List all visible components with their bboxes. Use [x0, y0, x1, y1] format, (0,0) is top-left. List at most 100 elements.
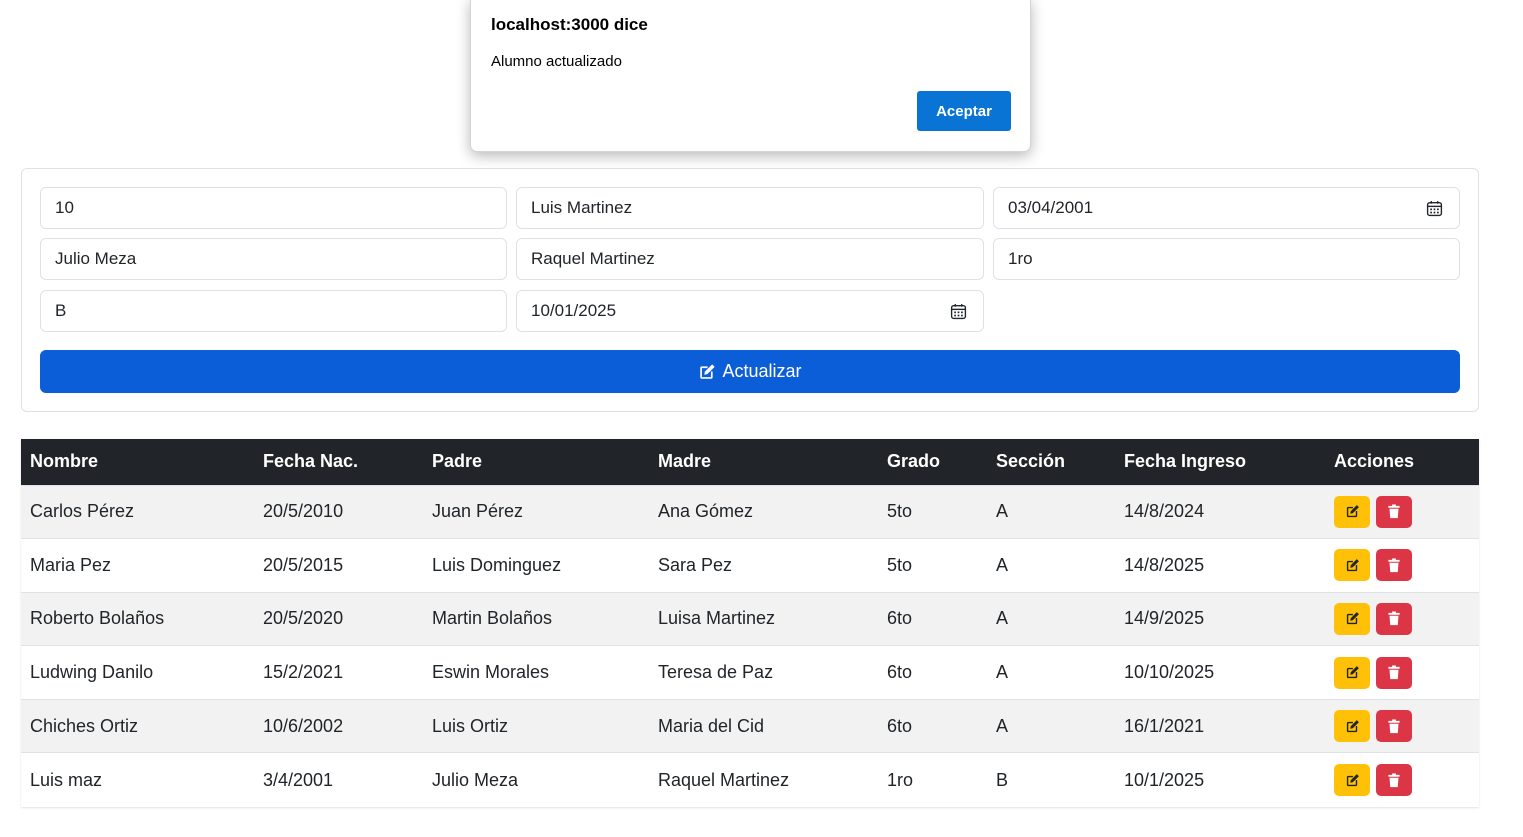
cell-fecha-ingreso: 10/1/2025	[1115, 752, 1325, 807]
cell-fecha-nac: 15/2/2021	[254, 645, 423, 700]
edit-button[interactable]	[1334, 656, 1370, 689]
enrollment-date-field[interactable]: 10/01/2025	[516, 290, 984, 332]
table-row: Chiches Ortiz 10/6/2002 Luis Ortiz Maria de…	[21, 698, 1479, 753]
cell-grado: 6to	[878, 698, 987, 753]
delete-button[interactable]	[1376, 710, 1412, 743]
trash-icon	[1388, 665, 1400, 680]
table-row: Carlos Pérez 20/5/2010 Juan Pérez Ana Gómez…	[21, 484, 1479, 539]
cell-grado: 5to	[878, 484, 987, 539]
table-row: Roberto Bolaños 20/5/2020 Martin Bolaños Lu…	[21, 591, 1479, 646]
edit-icon	[1346, 719, 1359, 732]
accept-button[interactable]: Aceptar	[917, 91, 1011, 131]
edit-button[interactable]	[1334, 710, 1370, 743]
dialog-message: Alumno actualizado	[491, 53, 622, 70]
cell-grado: 6to	[878, 591, 987, 646]
pen-to-square-icon	[700, 363, 716, 379]
cell-acciones	[1325, 591, 1479, 646]
update-button-label: Actualizar	[722, 361, 802, 381]
cell-madre: Ana Gómez	[649, 484, 878, 539]
cell-grado: 5to	[878, 538, 987, 593]
table-row: Luis maz 3/4/2001 Julio Meza Raquel Martine…	[21, 752, 1479, 807]
edit-icon	[1346, 666, 1359, 679]
cell-madre: Maria del Cid	[649, 698, 878, 753]
edit-icon	[1346, 773, 1359, 786]
header-nombre: Nombre	[21, 439, 254, 485]
cell-acciones	[1325, 484, 1479, 539]
header-seccion: Sección	[987, 439, 1115, 485]
header-fecha-nac: Fecha Nac.	[254, 439, 423, 485]
birth-date-value: 03/04/2001	[1008, 198, 1094, 217]
cell-fecha-ingreso: 16/1/2021	[1115, 698, 1325, 753]
cell-padre: Juan Pérez	[423, 484, 649, 539]
cell-padre: Julio Meza	[423, 752, 649, 807]
cell-nombre: Ludwing Danilo	[21, 645, 254, 700]
cell-padre: Eswin Morales	[423, 645, 649, 700]
trash-icon	[1388, 611, 1400, 626]
cell-madre: Sara Pez	[649, 538, 878, 593]
table-row: Maria Pez 20/5/2015 Luis Dominguez Sara Pez…	[21, 538, 1479, 593]
student-name-value: Luis Martinez	[531, 198, 633, 217]
cell-fecha-nac: 10/6/2002	[254, 698, 423, 753]
trash-icon	[1388, 558, 1400, 572]
student-form: 10 Luis Martinez 03/04/2001 Julio Meza R…	[21, 168, 1479, 412]
student-name-field[interactable]: Luis Martinez	[516, 187, 984, 229]
cell-seccion: A	[987, 645, 1115, 700]
cell-nombre: Roberto Bolaños	[21, 591, 254, 646]
grade-value: 1ro	[1008, 249, 1033, 268]
birth-date-field[interactable]: 03/04/2001	[993, 187, 1460, 229]
id-field[interactable]: 10	[40, 187, 507, 229]
cell-acciones	[1325, 752, 1479, 807]
edit-button[interactable]	[1334, 764, 1370, 797]
section-field[interactable]: B	[40, 290, 507, 332]
header-grado: Grado	[878, 439, 987, 485]
delete-button[interactable]	[1376, 764, 1412, 797]
calendar-icon[interactable]	[950, 303, 967, 320]
cell-fecha-ingreso: 14/9/2025	[1115, 591, 1325, 646]
edit-button[interactable]	[1334, 495, 1370, 528]
cell-padre: Martin Bolaños	[423, 591, 649, 646]
delete-button[interactable]	[1376, 549, 1412, 582]
grade-field[interactable]: 1ro	[993, 238, 1460, 280]
update-button[interactable]: Actualizar	[40, 350, 1460, 393]
edit-button[interactable]	[1334, 602, 1370, 635]
edit-button[interactable]	[1334, 549, 1370, 582]
cell-fecha-nac: 20/5/2020	[254, 591, 423, 646]
trash-icon	[1388, 504, 1400, 519]
cell-madre: Luisa Martinez	[649, 591, 878, 646]
students-table: Nombre Fecha Nac. Padre Madre Grado Secc…	[21, 439, 1479, 807]
cell-grado: 6to	[878, 645, 987, 700]
edit-icon	[1346, 612, 1359, 625]
delete-button[interactable]	[1376, 602, 1412, 635]
cell-seccion: A	[987, 538, 1115, 593]
cell-fecha-ingreso: 10/10/2025	[1115, 645, 1325, 700]
header-acciones: Acciones	[1325, 439, 1479, 485]
cell-fecha-nac: 20/5/2010	[254, 484, 423, 539]
table-row: Ludwing Danilo 15/2/2021 Eswin Morales Tere…	[21, 645, 1479, 700]
cell-fecha-nac: 3/4/2001	[254, 752, 423, 807]
cell-nombre: Carlos Pérez	[21, 484, 254, 539]
mother-field[interactable]: Raquel Martinez	[516, 238, 984, 280]
mother-value: Raquel Martinez	[531, 249, 655, 268]
father-field[interactable]: Julio Meza	[40, 238, 507, 280]
cell-acciones	[1325, 645, 1479, 700]
calendar-icon[interactable]	[1426, 200, 1443, 217]
header-madre: Madre	[649, 439, 878, 485]
trash-icon	[1388, 772, 1400, 787]
cell-fecha-ingreso: 14/8/2025	[1115, 538, 1325, 593]
cell-fecha-ingreso: 14/8/2024	[1115, 484, 1325, 539]
father-value: Julio Meza	[55, 249, 137, 268]
cell-seccion: A	[987, 484, 1115, 539]
table-header-row: Nombre Fecha Nac. Padre Madre Grado Secc…	[21, 439, 1479, 485]
header-padre: Padre	[423, 439, 649, 485]
header-fecha-ingreso: Fecha Ingreso	[1115, 439, 1325, 485]
cell-padre: Luis Dominguez	[423, 538, 649, 593]
delete-button[interactable]	[1376, 656, 1412, 689]
cell-grado: 1ro	[878, 752, 987, 807]
cell-seccion: A	[987, 698, 1115, 753]
cell-fecha-nac: 20/5/2015	[254, 538, 423, 593]
cell-seccion: A	[987, 591, 1115, 646]
cell-acciones	[1325, 698, 1479, 753]
delete-button[interactable]	[1376, 495, 1412, 528]
id-value: 10	[55, 198, 74, 217]
cell-nombre: Maria Pez	[21, 538, 254, 593]
